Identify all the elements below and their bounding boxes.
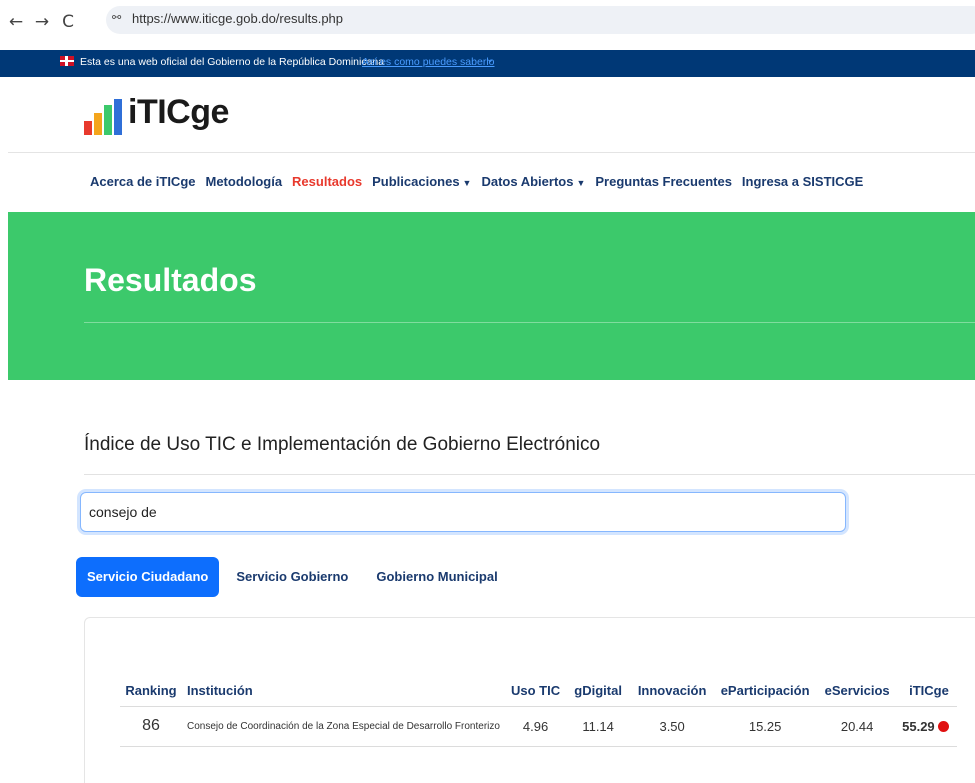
nav-item-acerca[interactable]: Acerca de iTICge bbox=[90, 174, 196, 189]
cell-eservicios: 20.44 bbox=[817, 706, 898, 747]
header-divider bbox=[8, 152, 975, 153]
table-header-row: Ranking Institución Uso TIC gDigital Inn… bbox=[120, 676, 958, 707]
gov-banner: Esta es una web oficial del Gobierno de … bbox=[0, 50, 975, 77]
logo-text: iTICge bbox=[128, 93, 229, 131]
reload-icon[interactable]: C bbox=[58, 12, 78, 32]
header-innovacion[interactable]: Innovación bbox=[631, 676, 714, 707]
page-title: Resultados bbox=[84, 262, 257, 298]
main-nav: Acerca de iTICge Metodología Resultados … bbox=[90, 174, 863, 189]
back-icon[interactable]: ← bbox=[6, 12, 26, 32]
url-text[interactable]: https://www.iticge.gob.do/results.php bbox=[132, 11, 343, 26]
gov-banner-link[interactable]: Así es como puedes saberlo bbox=[362, 56, 495, 68]
nav-item-datos-abiertos[interactable]: Datos Abiertos ▼ bbox=[481, 174, 585, 189]
cell-uso-tic: 4.96 bbox=[506, 706, 566, 747]
iticge-score: 55.29 bbox=[902, 718, 935, 734]
cell-eparticipacion: 15.25 bbox=[713, 706, 818, 747]
forward-icon[interactable]: → bbox=[32, 12, 52, 32]
caret-down-icon: ▼ bbox=[576, 178, 586, 188]
logo-bar bbox=[114, 99, 122, 135]
gov-banner-text: Esta es una web oficial del Gobierno de … bbox=[80, 56, 385, 68]
table-row: 86 Consejo de Coordinación de la Zona Es… bbox=[120, 706, 958, 747]
dominican-flag-icon bbox=[60, 56, 74, 66]
header-eparticipacion[interactable]: eParticipación bbox=[713, 676, 818, 707]
logo-bars-icon bbox=[84, 95, 126, 135]
tab-servicio-gobierno[interactable]: Servicio Gobierno bbox=[225, 557, 359, 597]
cell-gdigital: 11.14 bbox=[565, 706, 632, 747]
cell-iticge: 55.29 bbox=[897, 706, 958, 747]
status-dot-icon bbox=[937, 720, 949, 732]
nav-item-preguntas[interactable]: Preguntas Frecuentes bbox=[595, 174, 732, 189]
nav-item-resultados[interactable]: Resultados bbox=[292, 174, 362, 189]
cell-institucion-link[interactable]: Consejo de Coordinación de la Zona Espec… bbox=[182, 706, 506, 747]
nav-item-label: Publicaciones bbox=[372, 174, 460, 189]
site-info-icon[interactable]: ⚯ bbox=[112, 11, 121, 24]
results-table: Ranking Institución Uso TIC gDigital Inn… bbox=[120, 676, 958, 747]
section-divider bbox=[84, 474, 975, 475]
hero-divider bbox=[84, 322, 975, 323]
logo-bar bbox=[104, 105, 112, 135]
header-iticge[interactable]: iTICge bbox=[897, 676, 958, 707]
nav-item-metodologia[interactable]: Metodología bbox=[206, 174, 283, 189]
header-institucion[interactable]: Institución bbox=[182, 676, 506, 707]
section-title: Índice de Uso TIC e Implementación de Go… bbox=[84, 434, 601, 455]
header-eservicios[interactable]: eServicios bbox=[817, 676, 898, 707]
nav-item-sisticge[interactable]: Ingresa a SISTICGE bbox=[742, 174, 863, 189]
logo-bar bbox=[94, 113, 102, 135]
tab-servicio-ciudadano[interactable]: Servicio Ciudadano bbox=[76, 557, 220, 597]
logo-bar bbox=[84, 121, 92, 135]
tab-gobierno-municipal[interactable]: Gobierno Municipal bbox=[365, 557, 508, 597]
hero-banner: Resultados bbox=[8, 212, 975, 380]
cell-ranking: 86 bbox=[120, 706, 182, 747]
chevron-down-icon[interactable]: ⌄ bbox=[486, 54, 494, 65]
nav-item-label: Datos Abiertos bbox=[481, 174, 574, 189]
search-input[interactable] bbox=[80, 492, 846, 532]
browser-toolbar: ← → C ⚯ https://www.iticge.gob.do/result… bbox=[0, 0, 975, 50]
nav-item-publicaciones[interactable]: Publicaciones ▼ bbox=[372, 174, 471, 189]
cell-innovacion: 3.50 bbox=[631, 706, 714, 747]
header-ranking[interactable]: Ranking bbox=[120, 676, 182, 707]
header-gdigital[interactable]: gDigital bbox=[565, 676, 632, 707]
caret-down-icon: ▼ bbox=[462, 178, 472, 188]
category-tabs: Servicio Ciudadano Servicio Gobierno Gob… bbox=[76, 557, 509, 597]
header-uso-tic[interactable]: Uso TIC bbox=[506, 676, 566, 707]
